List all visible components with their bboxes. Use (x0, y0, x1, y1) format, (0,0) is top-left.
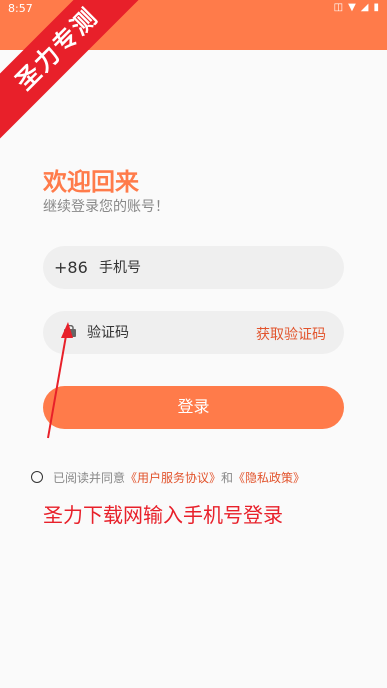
welcome-title: 欢迎回来 (43, 168, 139, 196)
login-button[interactable]: 登录 (43, 386, 344, 429)
status-time: 8:57 (8, 2, 33, 15)
phone-field: +86 (43, 246, 344, 289)
status-icons: ◫ ▼ ◢ ▮ (334, 2, 379, 14)
wifi-icon: ▼ (348, 2, 356, 13)
annotation-caption: 圣力下载网输入手机号登录 (43, 503, 283, 527)
battery-icon: ▮ (373, 2, 379, 13)
agreement-radio[interactable] (31, 471, 43, 483)
phone-input[interactable] (99, 246, 329, 289)
code-field: 获取验证码 (43, 311, 344, 354)
agreement-prefix: 已阅读并同意 (53, 471, 126, 485)
agreement-and: 和 (221, 471, 234, 485)
country-code[interactable]: +86 (54, 258, 88, 277)
privacy-policy-link[interactable]: 《隐私政策》 (233, 471, 305, 485)
code-input[interactable] (87, 311, 237, 354)
agreement-text: 已阅读并同意《用户服务协议》和《隐私政策》 (53, 469, 305, 486)
user-agreement-link[interactable]: 《用户服务协议》 (125, 471, 221, 485)
get-code-button[interactable]: 获取验证码 (256, 324, 326, 344)
welcome-subtitle: 继续登录您的账号！ (43, 199, 169, 215)
vibrate-icon: ◫ (333, 2, 344, 13)
lock-icon (64, 325, 76, 337)
signal-icon: ◢ (360, 2, 369, 13)
